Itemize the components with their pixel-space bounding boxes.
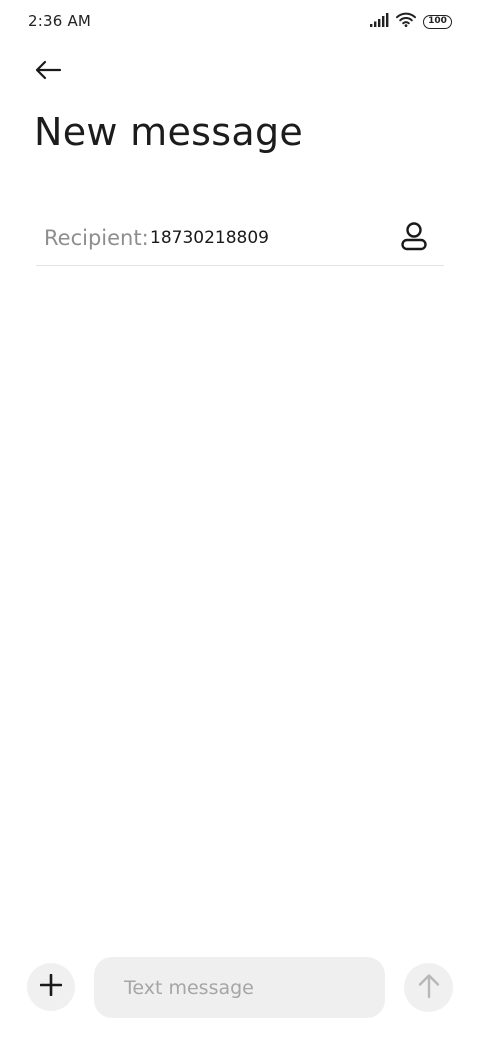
back-arrow-icon: [34, 59, 62, 85]
status-time: 2:36 AM: [28, 12, 92, 30]
recipient-label: Recipient:: [44, 226, 149, 250]
status-bar: 2:36 AM 100: [0, 0, 480, 44]
send-button[interactable]: [404, 963, 453, 1012]
signal-icon: [370, 12, 389, 31]
recipient-input[interactable]: [150, 228, 370, 248]
wifi-icon: [396, 12, 416, 31]
message-box: [94, 957, 385, 1018]
recipient-row: Recipient:: [36, 212, 444, 266]
contact-picker-button[interactable]: [398, 222, 430, 254]
message-input[interactable]: [122, 975, 385, 1000]
status-icons: 100: [370, 12, 452, 31]
add-attachment-button[interactable]: [27, 963, 75, 1011]
arrow-up-icon: [418, 973, 440, 1003]
plus-icon: [39, 973, 63, 1000]
battery-icon: 100: [423, 14, 452, 29]
battery-level: 100: [428, 16, 447, 26]
new-message-screen: 2:36 AM 100 New message Recipient: 18730…: [0, 0, 480, 1040]
back-button[interactable]: [30, 54, 66, 90]
contact-person-icon: [400, 221, 428, 255]
page-title: New message: [34, 110, 304, 154]
